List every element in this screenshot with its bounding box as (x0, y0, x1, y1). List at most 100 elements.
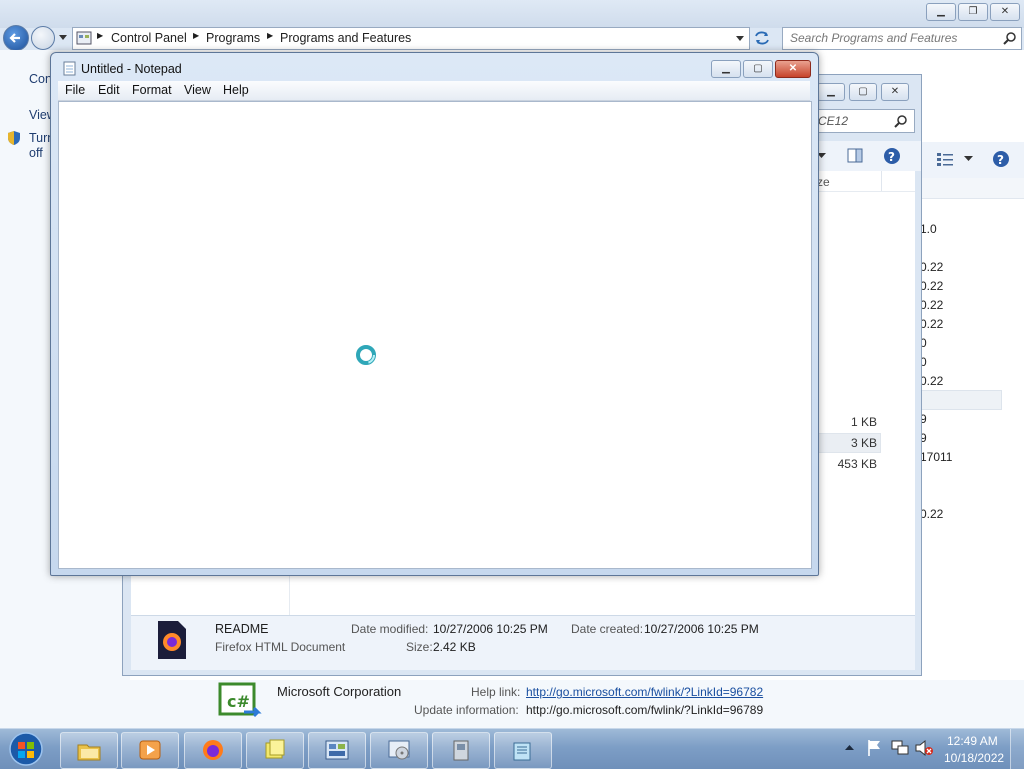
installer-icon (453, 740, 469, 761)
date-modified-value: 10/27/2006 10:25 PM (433, 622, 548, 636)
taskbar-firefox[interactable] (184, 732, 242, 769)
search-placeholder: Search Programs and Features (790, 31, 958, 45)
version-cell: 0.22 (920, 279, 944, 293)
breadcrumb-programs[interactable]: Programs (206, 31, 260, 45)
view-dropdown-icon[interactable] (964, 156, 973, 162)
date-modified-label: Date modified: (351, 622, 429, 636)
notepad-maximize-button[interactable]: ▢ (743, 60, 773, 78)
update-information-value: http://go.microsoft.com/fwlink/?LinkId=9… (526, 703, 764, 717)
explorer-minimize-button[interactable]: ▁ (817, 83, 845, 101)
taskbar: 12:49 AM 10/18/2022 (0, 728, 1024, 769)
date-created-value: 10/27/2006 10:25 PM (644, 622, 759, 636)
help-icon[interactable]: ? (883, 147, 901, 165)
notepad-menubar: File Edit Format View Help (58, 81, 810, 101)
help-link[interactable]: http://go.microsoft.com/fwlink/?LinkId=9… (526, 685, 763, 699)
taskbar-media-player[interactable] (121, 732, 179, 769)
help-link-label: Help link: (471, 685, 521, 699)
refresh-icon[interactable] (752, 30, 772, 46)
volume-muted-icon[interactable] (914, 739, 934, 757)
left-nav-link-control-panel-home[interactable]: Con (29, 72, 52, 86)
svg-text:c#: c# (227, 692, 250, 711)
breadcrumb-control-panel[interactable]: Control Panel (111, 31, 187, 45)
version-cell: 0.22 (920, 317, 944, 331)
breadcrumb-separator-icon: ▶ (97, 31, 104, 40)
search-icon[interactable] (1003, 31, 1017, 45)
show-desktop-button[interactable] (1010, 729, 1024, 769)
search-icon[interactable] (894, 114, 908, 128)
menu-format[interactable]: Format (132, 83, 172, 97)
sticky-notes-icon (265, 739, 285, 759)
recent-pages-dropdown-icon[interactable] (58, 34, 68, 42)
help-icon[interactable]: ? (992, 150, 1010, 168)
left-nav-link-turn-features-cont[interactable]: off (29, 146, 43, 160)
forward-button[interactable] (31, 26, 55, 50)
taskbar-control-panel[interactable] (308, 732, 366, 769)
control-panel-titlebar: ▁ ❐ ✕ (0, 0, 1024, 28)
minimize-button[interactable]: ▁ (926, 3, 956, 21)
notepad-text-area[interactable] (58, 101, 812, 569)
show-hidden-icons-icon[interactable] (845, 744, 854, 751)
taskbar-installer[interactable] (432, 732, 490, 769)
taskbar-sticky-notes[interactable] (246, 732, 304, 769)
menu-help[interactable]: Help (223, 83, 249, 97)
breadcrumb-separator-icon: ▶ (193, 31, 200, 40)
breadcrumb-separator-icon: ▶ (267, 31, 274, 40)
version-cell: 1.0 (920, 222, 937, 236)
explorer-search-text: CE12 (818, 114, 849, 128)
address-dropdown-icon[interactable] (735, 35, 745, 42)
network-icon[interactable] (890, 739, 910, 757)
restore-button[interactable]: ❐ (958, 3, 988, 21)
explorer-search-input[interactable]: CE12 (813, 109, 915, 133)
folder-icon (77, 744, 101, 761)
notepad-icon (513, 742, 531, 761)
version-cell: 17011 (920, 450, 953, 464)
view-options-icon[interactable] (936, 152, 954, 166)
start-button[interactable] (6, 731, 46, 767)
notepad-close-button[interactable]: ✕ (775, 60, 811, 78)
close-button[interactable]: ✕ (990, 3, 1020, 21)
version-cell: 0.22 (920, 260, 944, 274)
explorer-maximize-button[interactable]: ▢ (849, 83, 877, 101)
notepad-icon (63, 61, 76, 76)
explorer-close-button[interactable]: ✕ (881, 83, 909, 101)
date-created-label: Date created: (571, 622, 644, 636)
svg-text:?: ? (888, 150, 895, 164)
clock-time[interactable]: 12:49 AM (947, 734, 998, 748)
version-cell: 0.22 (920, 298, 944, 312)
taskbar-programs-and-features[interactable] (370, 732, 428, 769)
size-label: Size: (406, 640, 433, 654)
menu-file[interactable]: File (65, 83, 85, 97)
notepad-minimize-button[interactable]: ▁ (711, 60, 741, 78)
explorer-details-pane: README Firefox HTML Document Date modifi… (131, 615, 915, 670)
column-divider[interactable] (881, 171, 882, 191)
taskbar-notepad[interactable] (494, 732, 552, 769)
csharp-program-icon: c# (218, 682, 262, 718)
preview-pane-icon[interactable] (847, 148, 863, 163)
menu-edit[interactable]: Edit (98, 83, 120, 97)
control-panel-icon (325, 740, 349, 760)
busy-cursor-icon (356, 345, 376, 365)
svg-text:?: ? (997, 153, 1004, 167)
shield-icon (8, 131, 20, 145)
right-window-content: 1.0 0.22 0.22 0.22 0.22 0 0 0.22 9 9 170… (916, 178, 1024, 680)
taskbar-windows-explorer[interactable] (60, 732, 118, 769)
menu-view[interactable]: View (184, 83, 211, 97)
breadcrumb-programs-and-features[interactable]: Programs and Features (280, 31, 411, 45)
back-arrow-icon (9, 33, 20, 43)
address-bar[interactable]: ▶ Control Panel ▶ Programs ▶ Programs an… (72, 27, 750, 50)
search-input[interactable]: Search Programs and Features (782, 27, 1022, 50)
clock-date[interactable]: 10/18/2022 (944, 751, 1004, 765)
column-header-version[interactable] (916, 178, 1024, 199)
notepad-window: Untitled - Notepad ▁ ▢ ✕ File Edit Forma… (50, 52, 819, 576)
size-value: 2.42 KB (433, 640, 476, 654)
program-details-pane: c# Microsoft Corporation Help link: http… (0, 680, 1024, 728)
action-center-flag-icon[interactable] (866, 739, 882, 757)
right-window-toolbar: ? (916, 142, 1024, 179)
firefox-document-icon (158, 621, 186, 659)
firefox-icon (203, 740, 223, 760)
publisher-name: Microsoft Corporation (277, 684, 402, 699)
update-information-label: Update information: (414, 703, 519, 717)
back-button[interactable] (3, 25, 29, 51)
version-cell: 0.22 (920, 374, 944, 388)
media-player-icon (139, 740, 161, 760)
